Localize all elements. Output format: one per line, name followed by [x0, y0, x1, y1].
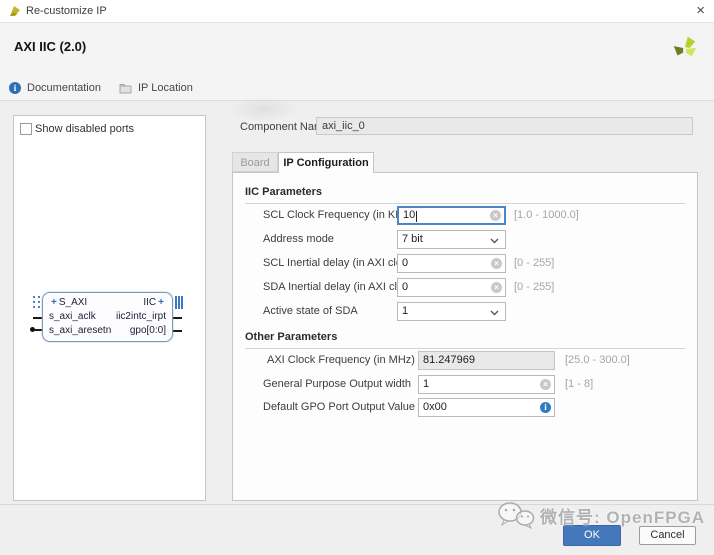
sda-inertial-delay-input[interactable]: 0 × — [397, 278, 506, 297]
field-label: General Purpose Output width — [263, 378, 411, 390]
port-row: s_axi_aresetn gpo[0:0] — [49, 324, 166, 338]
tab-ip-configuration[interactable]: IP Configuration — [278, 152, 374, 173]
default-gpo-port-output-value-input[interactable]: 0x00 i — [418, 398, 555, 417]
form-row: AXI Clock Frequency (in MHz) (Auto) 81.2… — [233, 351, 697, 371]
general-purpose-output-width-input[interactable]: 1 × — [418, 375, 555, 394]
port-iic: IIC — [143, 297, 156, 308]
info-icon[interactable]: i — [540, 402, 551, 413]
range-hint: [1 - 8] — [565, 378, 593, 390]
selected-value: 7 bit — [402, 231, 423, 248]
form-row: Address mode 7 bit — [233, 230, 697, 250]
scl-inertial-delay-input[interactable]: 0 × — [397, 254, 506, 273]
chevron-down-icon — [490, 310, 499, 316]
xilinx-logo-icon — [671, 34, 699, 62]
form-row: General Purpose Output width 1 × [1 - 8] — [233, 375, 697, 395]
page-title: AXI IIC (2.0) — [14, 39, 86, 54]
expand-icon[interactable]: + — [158, 297, 164, 308]
input-value: 0 — [402, 279, 408, 296]
range-hint: [25.0 - 300.0] — [565, 354, 630, 366]
watermark: 微信号: OpenFPGA — [496, 501, 705, 529]
section-title-other-parameters: Other Parameters — [245, 331, 685, 349]
selected-value: 1 — [402, 303, 408, 320]
port-s-axi: S_AXI — [59, 297, 87, 308]
port-row: s_axi_aclk iic2intc_irpt — [49, 310, 166, 324]
dialog-header: AXI IIC (2.0) i Documentation IP Locatio… — [0, 23, 714, 101]
field-label: SCL Clock Frequency (in KHz) — [263, 209, 412, 221]
field-label: Default GPO Port Output Value — [263, 401, 415, 413]
range-hint: [0 - 255] — [514, 281, 554, 293]
component-name-input[interactable]: axi_iic_0 — [316, 117, 693, 135]
ip-location-link[interactable]: IP Location — [119, 82, 193, 94]
field-label: Address mode — [263, 233, 334, 245]
re-customize-ip-dialog: { "window": { "title": "Re-customize IP"… — [0, 0, 714, 555]
input-value: 1 — [423, 376, 429, 393]
field-label: Active state of SDA — [263, 305, 358, 317]
clear-icon[interactable]: × — [491, 258, 502, 269]
form-row: Active state of SDA 1 — [233, 302, 697, 322]
port-row: +S_AXI IIC+ — [49, 296, 166, 310]
clear-icon[interactable]: × — [491, 282, 502, 293]
form-row: SDA Inertial delay (in AXI clocks) 0 × [… — [233, 278, 697, 298]
port-gpo: gpo[0:0] — [130, 324, 166, 338]
form-row: SCL Clock Frequency (in KHz) 10 × [1.0 -… — [233, 206, 697, 226]
form-row: SCL Inertial delay (in AXI clocks) 0 × [… — [233, 254, 697, 274]
address-mode-select[interactable]: 7 bit — [397, 230, 506, 249]
tab-board[interactable]: Board — [232, 152, 278, 172]
documentation-link[interactable]: Documentation — [27, 82, 101, 94]
chevron-down-icon — [490, 238, 499, 244]
watermark-ghost — [228, 96, 298, 122]
window-titlebar: Re-customize IP × — [0, 0, 714, 23]
ip-block[interactable]: +S_AXI IIC+ s_axi_aclk iic2intc_irpt s_a… — [42, 292, 173, 342]
clear-icon[interactable]: × — [540, 379, 551, 390]
axi-clock-frequency-input: 81.247969 — [418, 351, 555, 370]
form-row: Default GPO Port Output Value 0x00 i — [233, 398, 697, 418]
input-value: 0x00 — [423, 399, 447, 416]
scl-clock-frequency-input[interactable]: 10 × — [397, 206, 506, 225]
interface-dots-icon — [33, 296, 41, 309]
pin-stub-irpt — [173, 317, 182, 319]
header-links: i Documentation IP Location — [9, 81, 193, 95]
folder-icon — [119, 83, 132, 94]
watermark-text: 微信号: OpenFPGA — [540, 503, 705, 528]
active-state-of-sda-select[interactable]: 1 — [397, 302, 506, 321]
text-caret — [416, 211, 417, 222]
input-value: 81.247969 — [423, 352, 475, 369]
port-s-axi-aclk: s_axi_aclk — [49, 310, 96, 324]
range-hint: [1.0 - 1000.0] — [514, 209, 579, 221]
close-icon[interactable]: × — [696, 2, 705, 20]
info-icon: i — [9, 82, 21, 94]
section-title-iic-parameters: IIC Parameters — [245, 186, 685, 204]
window-title: Re-customize IP — [26, 5, 107, 17]
input-value: 10 — [403, 208, 415, 223]
pin-stub-aclk — [33, 317, 42, 319]
ip-configuration-panel: IIC Parameters SCL Clock Frequency (in K… — [232, 172, 698, 501]
pin-stub-gpo — [173, 330, 182, 332]
port-s-axi-aresetn: s_axi_aresetn — [49, 324, 111, 338]
show-disabled-ports-checkbox[interactable] — [20, 123, 32, 135]
block-diagram-panel: Show disabled ports +S_AXI IIC+ s_axi_ac… — [13, 115, 206, 501]
show-disabled-ports-label: Show disabled ports — [35, 123, 134, 135]
wechat-icon — [496, 501, 536, 529]
iic-interface-bars-icon — [175, 296, 183, 309]
expand-icon[interactable]: + — [51, 297, 57, 308]
input-value: 0 — [402, 255, 408, 272]
vivado-app-icon — [8, 4, 22, 18]
port-iic2intc-irpt: iic2intc_irpt — [116, 310, 166, 324]
clear-icon[interactable]: × — [490, 210, 501, 221]
range-hint: [0 - 255] — [514, 257, 554, 269]
ip-location-label: IP Location — [138, 82, 193, 94]
